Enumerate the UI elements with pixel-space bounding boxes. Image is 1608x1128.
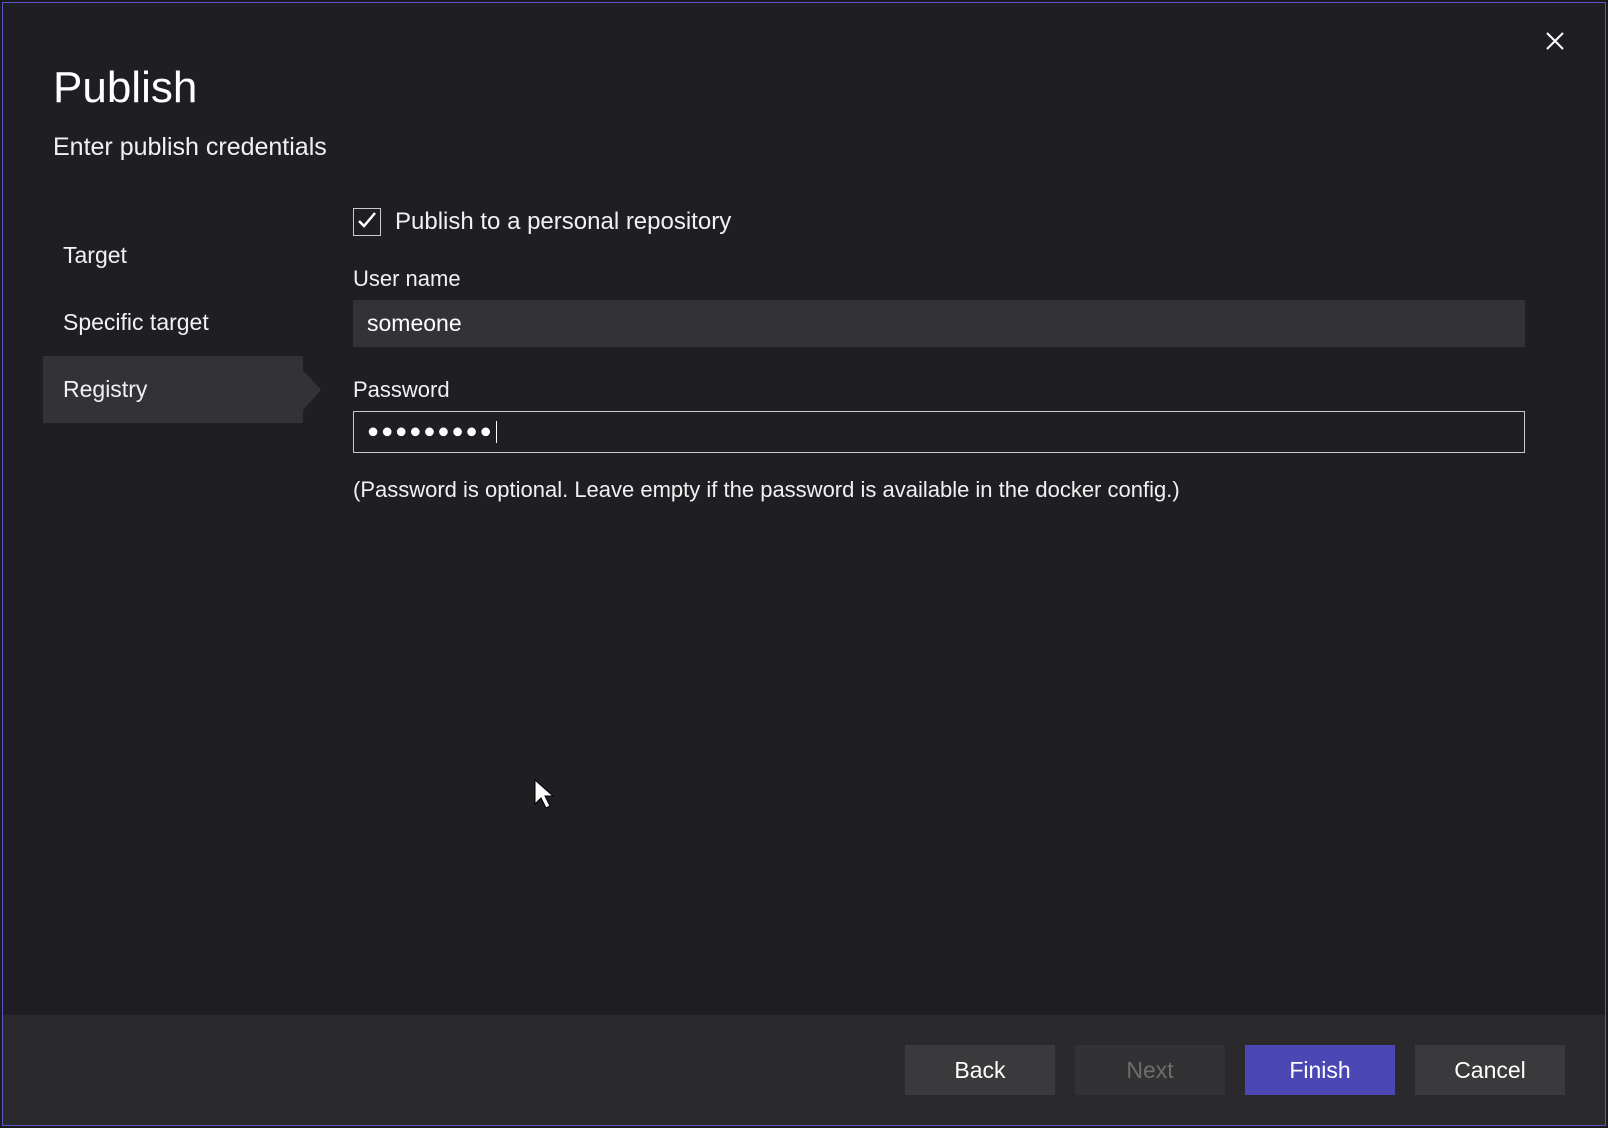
text-caret bbox=[496, 421, 497, 443]
dialog-footer: Back Next Finish Cancel bbox=[3, 1015, 1605, 1125]
cancel-button[interactable]: Cancel bbox=[1415, 1045, 1565, 1095]
mouse-cursor-icon bbox=[533, 778, 557, 810]
personal-repo-checkbox-label: Publish to a personal repository bbox=[395, 208, 731, 236]
publish-dialog: Publish Enter publish credentials Target… bbox=[2, 2, 1606, 1126]
dialog-body: Target Specific target Registry Publish … bbox=[3, 162, 1605, 503]
username-input[interactable] bbox=[353, 300, 1525, 347]
dialog-header: Publish Enter publish credentials bbox=[3, 3, 1605, 162]
credentials-form: Publish to a personal repository User na… bbox=[303, 202, 1565, 503]
personal-repo-checkbox-row: Publish to a personal repository bbox=[353, 208, 1525, 236]
checkmark-icon bbox=[356, 209, 378, 236]
password-label: Password bbox=[353, 377, 1525, 403]
back-button[interactable]: Back bbox=[905, 1045, 1055, 1095]
personal-repo-checkbox[interactable] bbox=[353, 208, 381, 236]
close-button[interactable] bbox=[1535, 23, 1575, 63]
dialog-title: Publish bbox=[53, 63, 1555, 113]
dialog-subtitle: Enter publish credentials bbox=[53, 133, 1555, 162]
sidebar-item-specific-target[interactable]: Specific target bbox=[43, 289, 303, 356]
wizard-steps-sidebar: Target Specific target Registry bbox=[43, 202, 303, 503]
password-input[interactable]: ●●●●●●●●● bbox=[353, 411, 1525, 453]
sidebar-item-label: Target bbox=[63, 242, 127, 268]
sidebar-item-target[interactable]: Target bbox=[43, 222, 303, 289]
username-label: User name bbox=[353, 266, 1525, 292]
sidebar-item-label: Registry bbox=[63, 376, 147, 402]
sidebar-item-label: Specific target bbox=[63, 309, 209, 335]
sidebar-item-registry[interactable]: Registry bbox=[43, 356, 303, 423]
finish-button[interactable]: Finish bbox=[1245, 1045, 1395, 1095]
password-helper-text: (Password is optional. Leave empty if th… bbox=[353, 477, 1525, 503]
password-masked-value: ●●●●●●●●● bbox=[367, 420, 494, 442]
next-button: Next bbox=[1075, 1045, 1225, 1095]
close-icon bbox=[1545, 31, 1565, 56]
